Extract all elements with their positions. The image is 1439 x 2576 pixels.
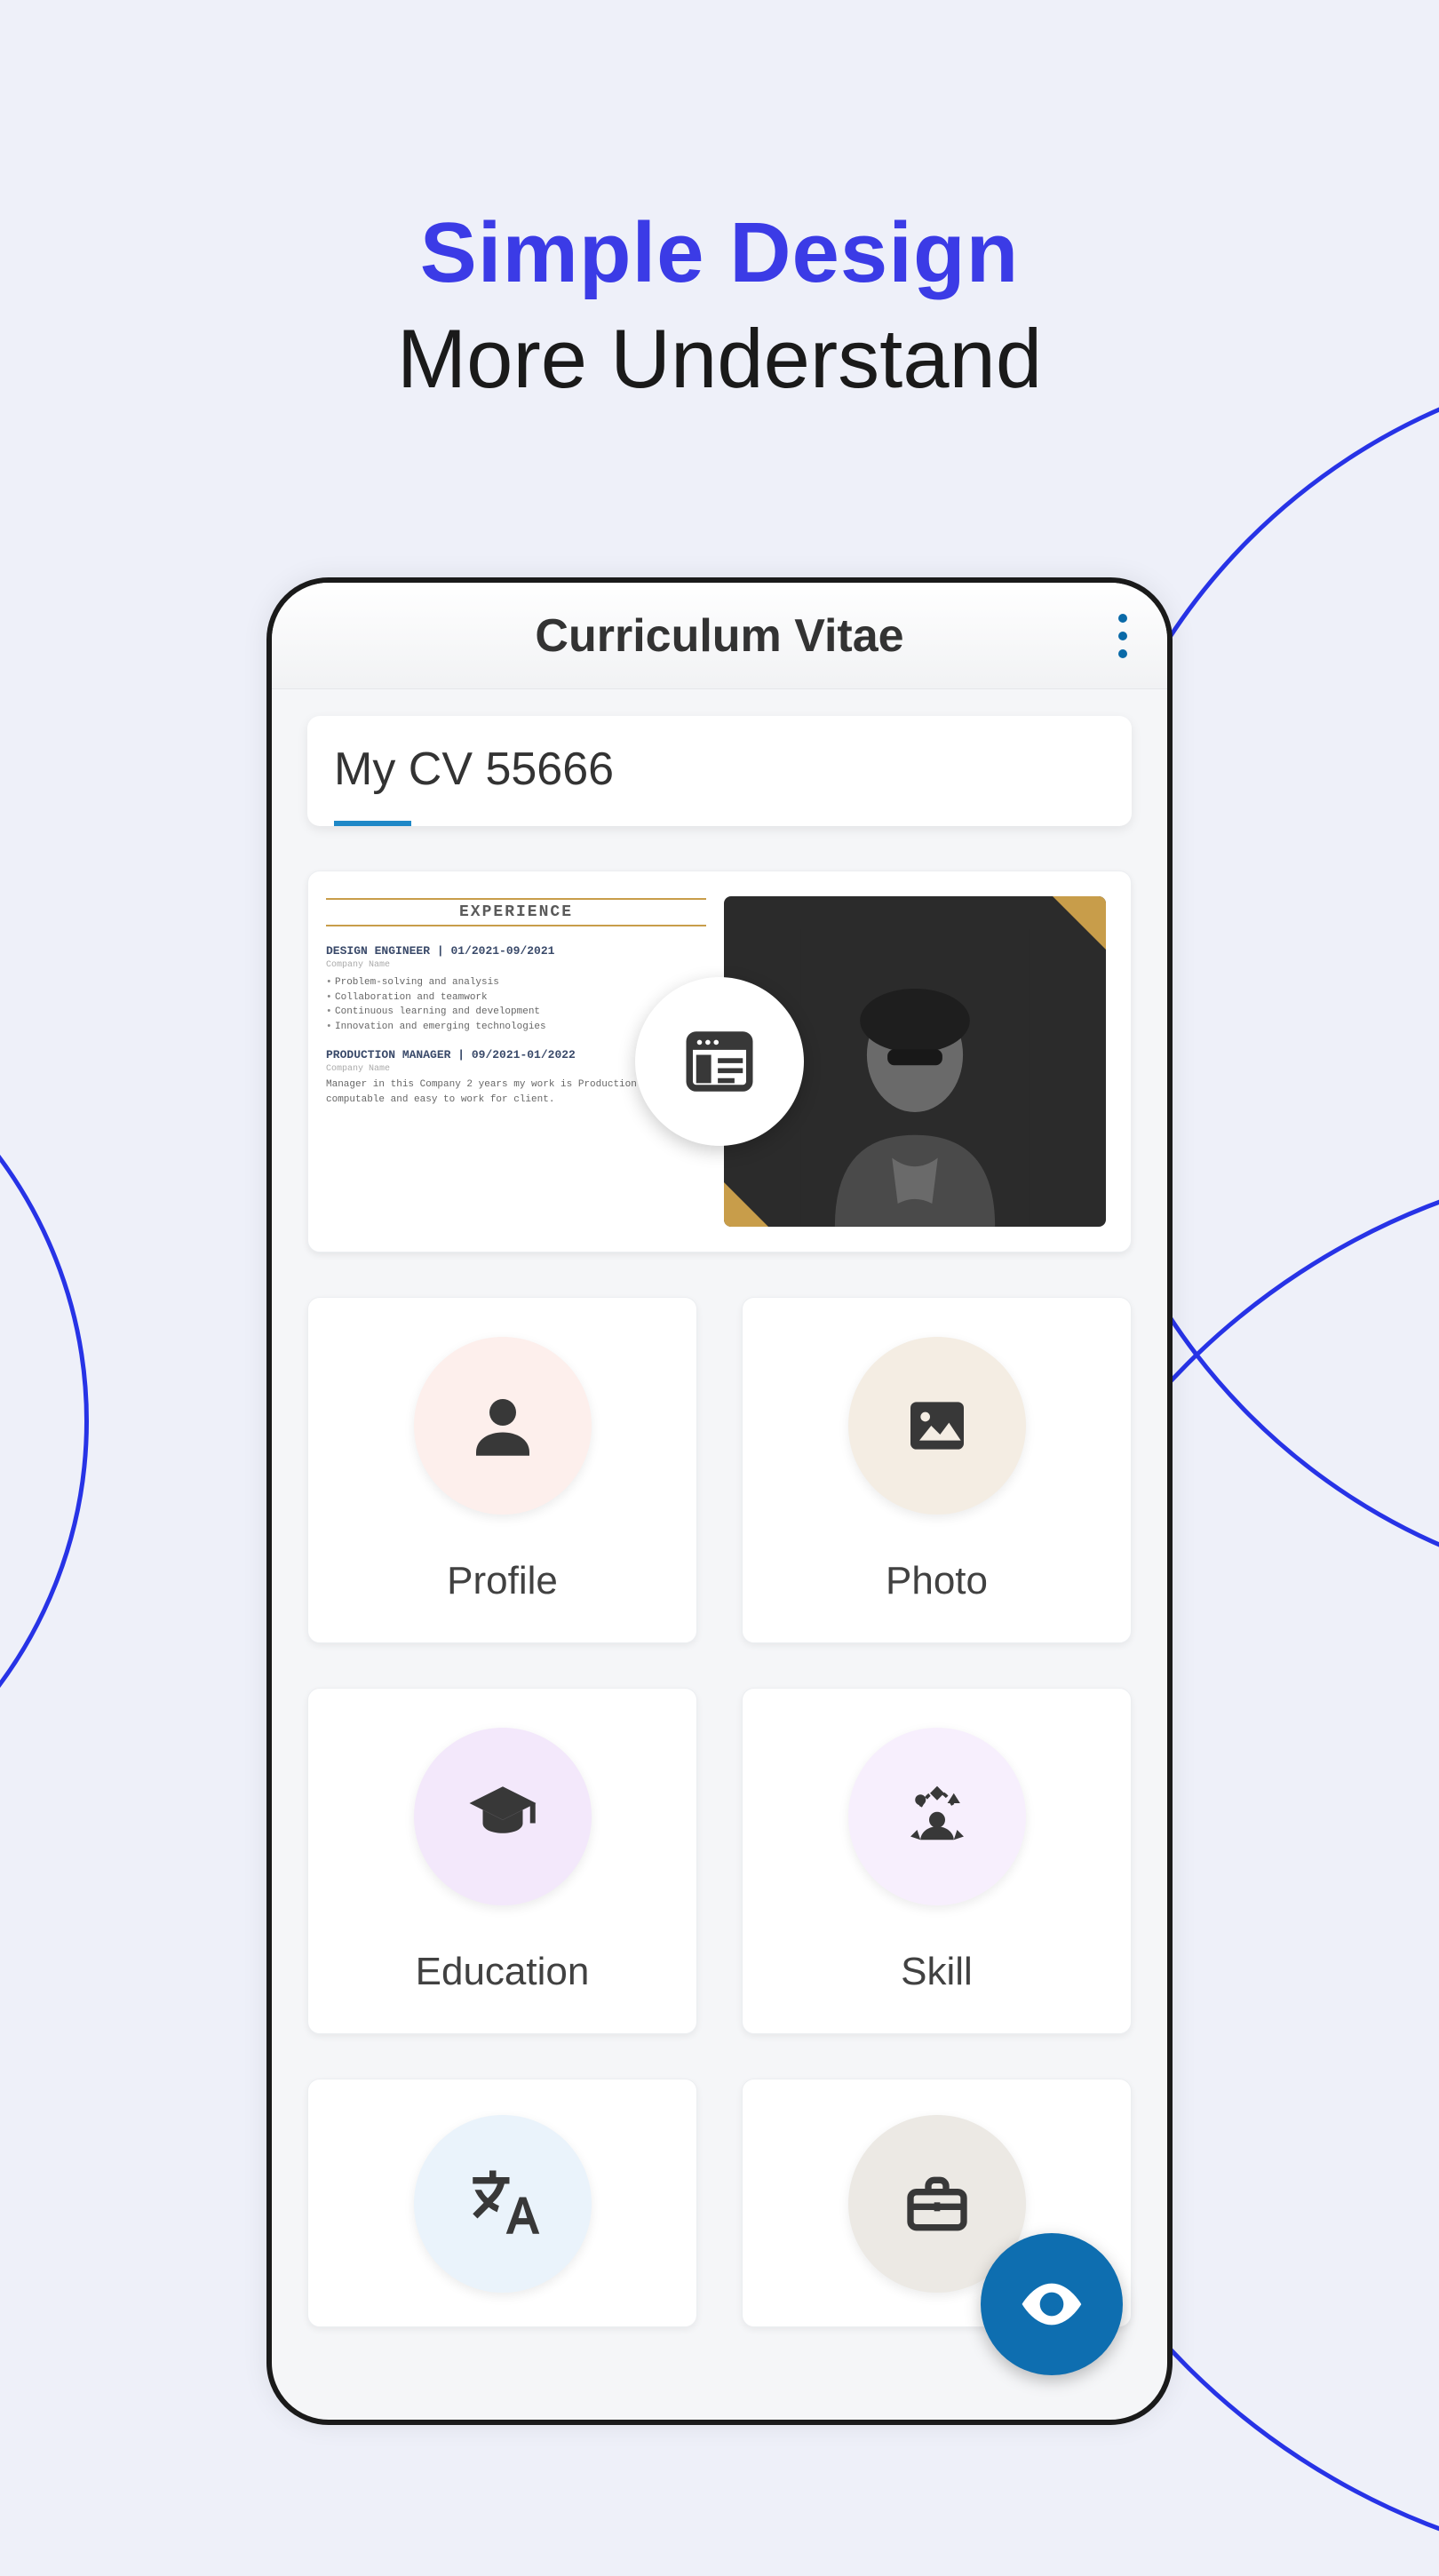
template-icon [680,1022,759,1101]
profile-tile[interactable]: Profile [307,1297,697,1643]
decorative-curve [0,977,89,1865]
cv-name-card[interactable]: My CV 55666 [307,716,1132,826]
image-icon [848,1337,1026,1515]
tile-label: Profile [447,1559,558,1603]
dot-icon [1118,614,1127,623]
eye-icon [1016,2269,1087,2340]
tile-label: Skill [901,1950,973,1994]
progress-bar [334,821,1105,826]
job-company: Company Name [326,960,706,970]
person-icon [414,1337,592,1515]
dot-icon [1118,632,1127,640]
page-title: Curriculum Vitae [535,609,903,663]
tile-label: Education [416,1950,590,1994]
portrait-placeholder [762,929,1068,1227]
template-button[interactable] [635,977,804,1146]
phone-body: My CV 55666 EXPERIENCE DESIGN ENGINEER |… [272,689,1167,2327]
juggle-icon [848,1728,1026,1905]
translate-icon [414,2115,592,2293]
headline: Simple Design More Understand [0,0,1439,407]
graduation-icon [414,1728,592,1905]
section-tiles: Profile Photo Education [307,1297,1132,2327]
more-menu-button[interactable] [1118,614,1127,658]
cv-preview-card: EXPERIENCE DESIGN ENGINEER | 01/2021-09/… [307,871,1132,1252]
headline-secondary: More Understand [0,311,1439,407]
headline-primary: Simple Design [0,204,1439,302]
education-tile[interactable]: Education [307,1688,697,2034]
skill-tile[interactable]: Skill [742,1688,1132,2034]
tile-label: Photo [886,1559,988,1603]
app-header: Curriculum Vitae [272,583,1167,689]
experience-heading: EXPERIENCE [326,898,706,926]
language-tile[interactable] [307,2079,697,2327]
dot-icon [1118,649,1127,658]
photo-tile[interactable]: Photo [742,1297,1132,1643]
job-title: DESIGN ENGINEER | 01/2021-09/2021 [326,944,554,958]
cv-name-value: My CV 55666 [334,743,1105,796]
phone-frame: Curriculum Vitae My CV 55666 EXPERIENCE … [266,577,1173,2425]
preview-fab[interactable] [981,2233,1123,2375]
job-title: PRODUCTION MANAGER | 09/2021-01/2022 [326,1048,576,1061]
